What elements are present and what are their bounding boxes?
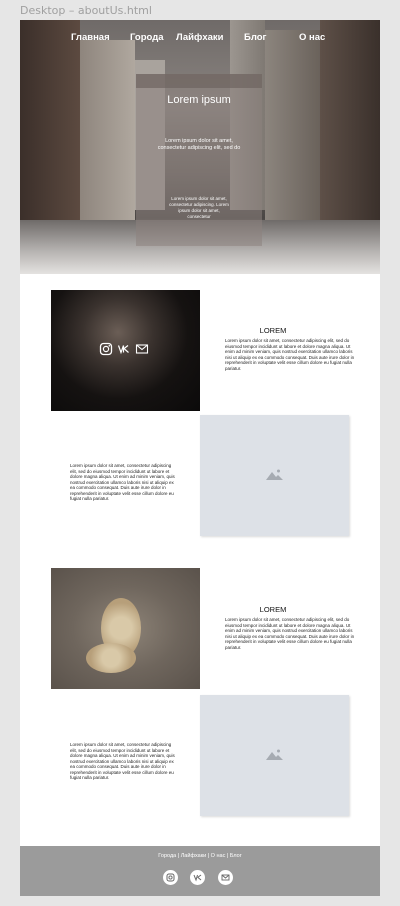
person-photo bbox=[51, 290, 200, 411]
footer: Города | Лайфхаки | О нас | Блог bbox=[20, 846, 380, 896]
image-icon bbox=[266, 749, 283, 760]
hero-text: Lorem ipsum dolor sit amet, consectetur … bbox=[157, 138, 241, 151]
artboard-label: Desktop – aboutUs.html bbox=[20, 4, 152, 17]
mail-icon[interactable] bbox=[135, 342, 149, 356]
section-1-title: LOREM bbox=[259, 326, 287, 335]
footer-social-icons bbox=[20, 870, 380, 888]
image-placeholder bbox=[200, 695, 349, 816]
image-icon bbox=[266, 469, 283, 480]
hero-card-band bbox=[136, 74, 262, 88]
section-2-text: Lorem ipsum dolor sit amet, consectetur … bbox=[70, 463, 175, 501]
section-4-text: Lorem ipsum dolor sit amet, consectetur … bbox=[70, 742, 175, 780]
hero-photo-building bbox=[20, 20, 80, 240]
image-placeholder bbox=[200, 415, 349, 536]
instagram-icon[interactable] bbox=[99, 342, 113, 356]
nav-item-lifehacks[interactable]: Лайфхаки bbox=[176, 32, 224, 43]
main-nav: Главная Города Лайфхаки Блог О нас bbox=[20, 32, 380, 48]
nav-item-cities[interactable]: Города bbox=[130, 32, 164, 43]
hero-photo-building bbox=[320, 20, 380, 235]
nav-item-about[interactable]: О нас bbox=[299, 32, 325, 43]
artboard: Главная Города Лайфхаки Блог О нас Lorem… bbox=[20, 20, 380, 896]
mail-icon[interactable] bbox=[218, 870, 233, 885]
section-1-text: Lorem ipsum dolor sit amet, consectetur … bbox=[225, 338, 355, 371]
hero-section: Главная Города Лайфхаки Блог О нас Lorem… bbox=[20, 20, 380, 274]
footer-links[interactable]: Города | Лайфхаки | О нас | Блог bbox=[20, 853, 380, 859]
hero-small-text: Lorem ipsum dolor sit amet, consectetur … bbox=[169, 196, 229, 219]
leopard-body bbox=[86, 643, 136, 673]
hero-photo-building bbox=[265, 30, 320, 225]
instagram-icon[interactable] bbox=[163, 870, 178, 885]
section-3-title: LOREM bbox=[259, 605, 287, 614]
hero-card: Lorem ipsum Lorem ipsum dolor sit amet, … bbox=[136, 74, 262, 246]
nav-item-home[interactable]: Главная bbox=[71, 32, 110, 43]
vk-icon[interactable] bbox=[190, 870, 205, 885]
hero-photo-building bbox=[80, 40, 135, 220]
hero-title: Lorem ipsum bbox=[167, 94, 231, 106]
vk-icon[interactable] bbox=[117, 342, 131, 356]
leopard-photo bbox=[51, 568, 200, 689]
nav-item-blog[interactable]: Блог bbox=[244, 32, 267, 43]
section-3-text: Lorem ipsum dolor sit amet, consectetur … bbox=[225, 617, 355, 650]
